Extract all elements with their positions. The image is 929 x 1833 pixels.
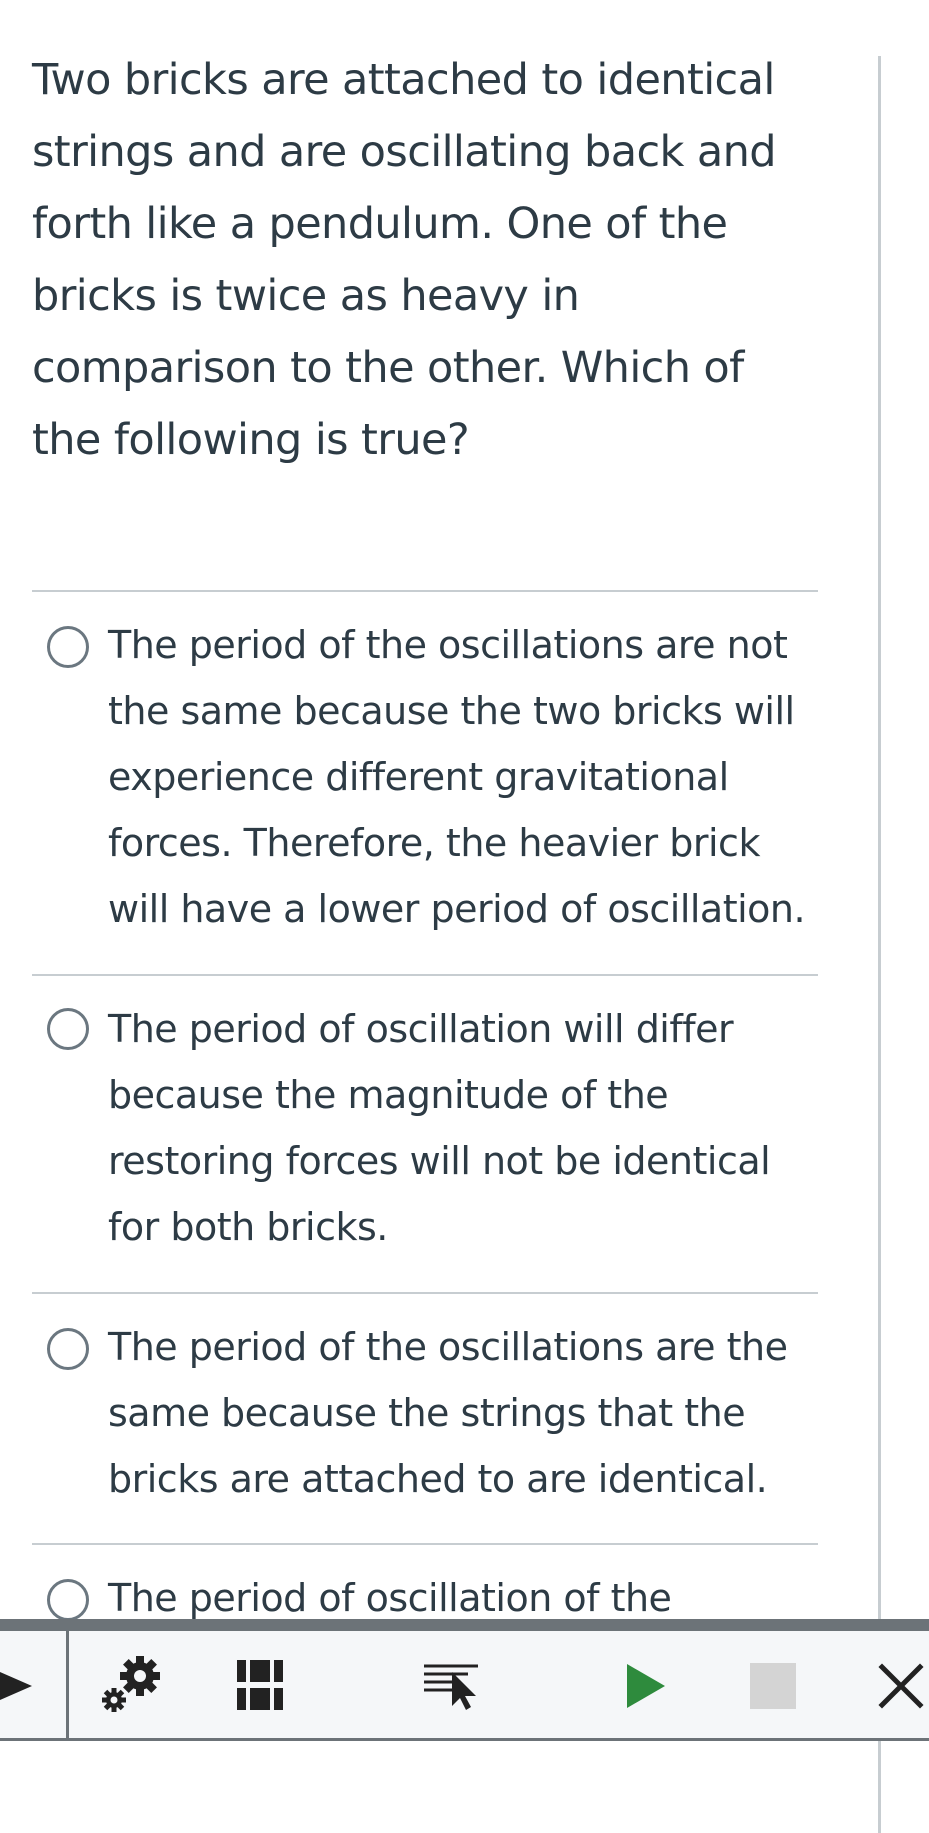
answer-divider: [32, 1292, 818, 1294]
toolbar-top-border: [0, 1619, 929, 1631]
text-to-speech-toolbar: [0, 1619, 929, 1745]
answer-radio[interactable]: [47, 1579, 89, 1621]
play-icon[interactable]: [624, 1631, 668, 1741]
pause-icon[interactable]: [234, 1631, 286, 1741]
toolbar-separator: [66, 1631, 69, 1741]
settings-gears-icon[interactable]: [96, 1631, 168, 1741]
answer-radio[interactable]: [47, 1328, 89, 1370]
answer-radio[interactable]: [47, 1008, 89, 1050]
answer-text: The period of the oscillations are not t…: [108, 623, 806, 931]
answer-radio[interactable]: [47, 626, 89, 668]
close-icon[interactable]: [876, 1631, 926, 1741]
question-text: Two bricks are attached to identical str…: [32, 55, 777, 465]
scroll-divider: [878, 56, 881, 1833]
select-text-icon[interactable]: [420, 1631, 484, 1741]
stop-icon[interactable]: [748, 1631, 798, 1741]
answer-divider: [32, 1543, 818, 1545]
answer-text: The period of oscillation will differ be…: [108, 1007, 771, 1249]
answer-divider: [32, 974, 818, 976]
answer-divider: [32, 590, 818, 592]
answer-text: The period of the oscillations are the s…: [108, 1325, 788, 1501]
play-arrow-icon[interactable]: [0, 1631, 34, 1741]
